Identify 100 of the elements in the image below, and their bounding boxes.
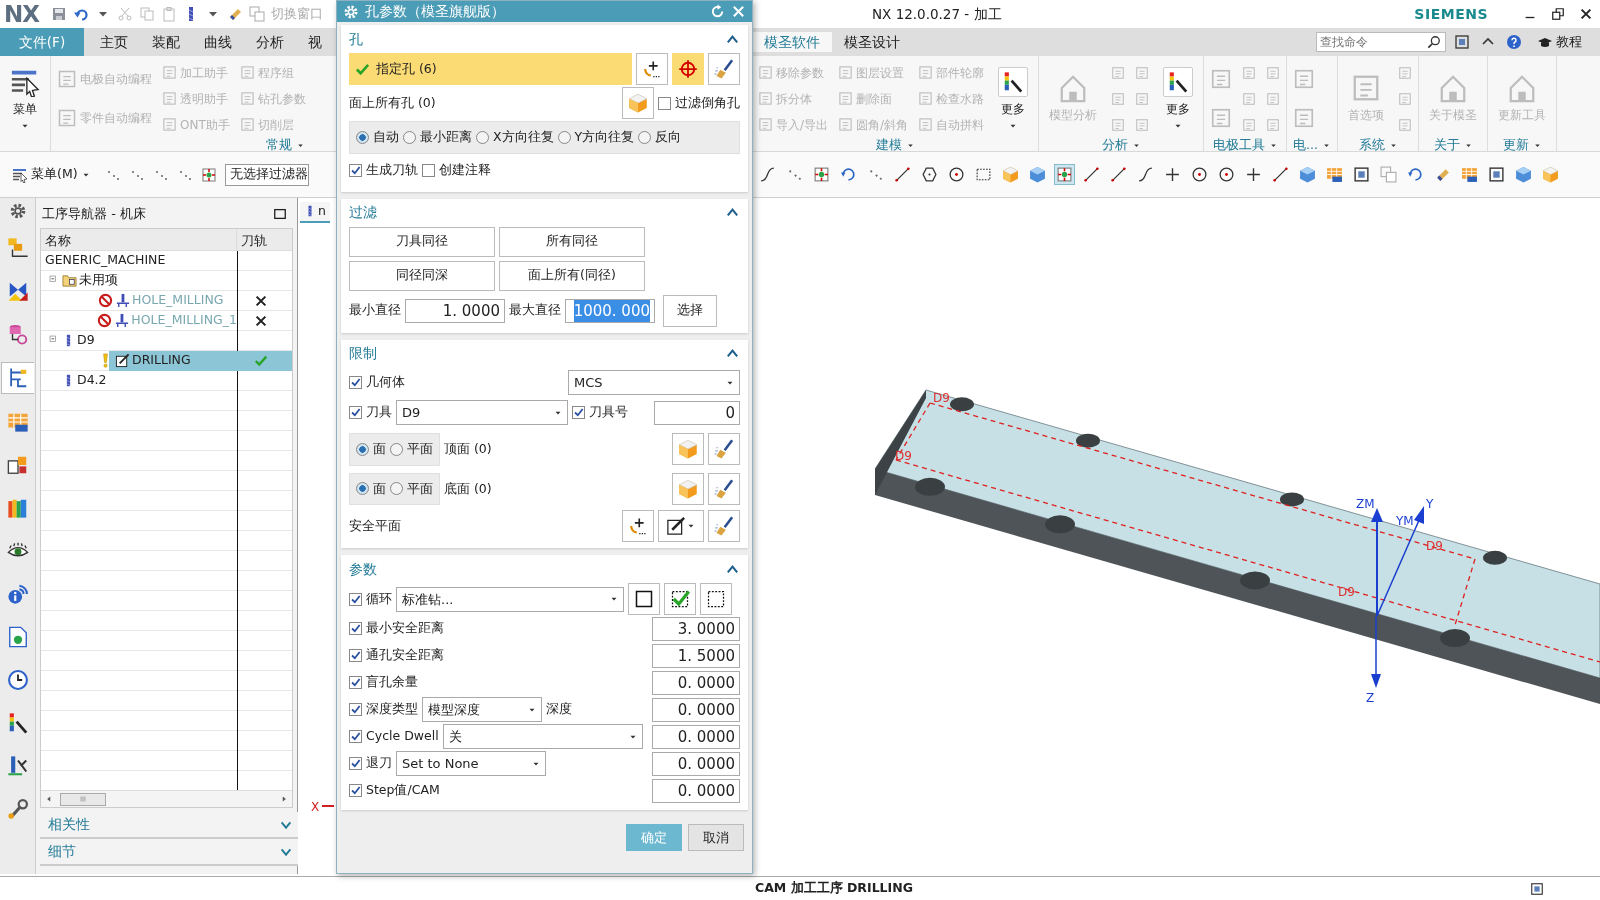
fit-view-icon[interactable] [1488, 166, 1505, 183]
add-point-button[interactable] [622, 510, 654, 543]
add-point-button[interactable] [636, 53, 668, 85]
dropdown[interactable]: 模型深度 [422, 697, 542, 723]
number-field[interactable]: 0. 0000 [652, 778, 740, 803]
filter-button[interactable]: 同径同深 [349, 260, 495, 291]
fullscreen-icon[interactable] [1530, 881, 1544, 896]
checkbox[interactable] [658, 96, 671, 110]
tree-row[interactable]: D4.2 [41, 370, 292, 391]
brush-button[interactable] [708, 433, 740, 466]
radio-button[interactable] [356, 442, 369, 456]
selection-box-icon[interactable] [975, 166, 992, 183]
snap-icon[interactable] [1056, 166, 1073, 183]
radio-button[interactable] [476, 130, 489, 144]
checkbox[interactable] [349, 376, 362, 390]
snap-icon[interactable] [813, 166, 830, 183]
column-header[interactable]: 名称 [41, 228, 237, 250]
column-header[interactable]: 刀轨 [237, 228, 285, 250]
settings-icon[interactable] [343, 3, 359, 20]
number-field[interactable]: 1. 0000 [405, 298, 505, 323]
fit-view-icon[interactable] [1353, 166, 1370, 183]
restore-icon[interactable] [1551, 7, 1565, 21]
circle-icon[interactable] [948, 166, 965, 183]
checkbox[interactable] [349, 730, 362, 744]
scrollbar[interactable] [41, 790, 292, 807]
checkbox[interactable] [349, 592, 362, 606]
ribbon-button[interactable]: 更多 [994, 60, 1033, 137]
view-tab[interactable]: n [300, 202, 330, 223]
tree-row[interactable]: D9 [41, 330, 292, 351]
number-field[interactable]: 0. 0000 [652, 697, 740, 722]
grid-icon[interactable] [1461, 166, 1478, 183]
circle-icon[interactable] [1191, 166, 1208, 183]
line-icon[interactable] [894, 166, 911, 183]
ribbon-tab[interactable]: 分析 [244, 28, 296, 56]
filter-button[interactable]: 刀具同径 [349, 226, 495, 257]
ribbon-tab[interactable]: 装配 [140, 28, 192, 56]
snap-icon[interactable] [200, 166, 217, 183]
ribbon-tab[interactable]: 主页 [88, 28, 140, 56]
menu-button[interactable]: 菜单(M) [6, 164, 97, 185]
cube-icon[interactable] [1515, 166, 1532, 183]
checkbox[interactable] [349, 784, 362, 798]
tree-row[interactable]: 未用项 [41, 270, 292, 291]
fullscreen-icon[interactable] [1454, 34, 1470, 50]
hexagon-icon[interactable] [921, 166, 938, 183]
close-icon[interactable] [1579, 7, 1593, 21]
scroll-thumb[interactable] [60, 792, 106, 806]
checkbox[interactable] [422, 164, 435, 178]
reset-icon[interactable] [710, 4, 725, 19]
panel-header[interactable]: 细节 [40, 839, 301, 866]
checkbox[interactable] [349, 622, 362, 636]
number-field[interactable]: 0. 0000 [652, 724, 740, 749]
curve-icon[interactable] [759, 166, 776, 183]
radio-button[interactable] [356, 482, 369, 496]
brush-button[interactable] [708, 510, 740, 543]
brush-button[interactable] [708, 53, 740, 85]
filter-button[interactable]: 所有同径 [499, 226, 645, 257]
plus-icon[interactable] [1245, 166, 1262, 183]
undo-icon[interactable] [73, 6, 89, 22]
radio-button[interactable] [557, 130, 571, 144]
tutorial-link[interactable]: 教程 [1531, 31, 1588, 53]
ribbon-tab[interactable]: 模圣软件 [752, 31, 832, 53]
ribbon-tab[interactable]: 曲线 [192, 28, 244, 56]
resource-tab[interactable] [1, 362, 34, 394]
curve-icon[interactable] [1137, 166, 1154, 183]
plus-icon[interactable] [1164, 166, 1181, 183]
cube-icon[interactable] [1299, 166, 1316, 183]
radio-button[interactable] [638, 130, 652, 144]
plane-dropdown-button[interactable] [658, 510, 704, 543]
select-button[interactable]: 选择 [663, 294, 717, 327]
line-icon[interactable] [1110, 166, 1127, 183]
specify-holes-button[interactable]: 指定孔 (6) [349, 53, 632, 85]
panel-header[interactable]: 相关性 [40, 812, 301, 839]
search-field[interactable]: 查找命令 [1316, 32, 1446, 52]
line-icon[interactable] [1083, 166, 1100, 183]
radio-button[interactable] [403, 130, 416, 144]
checkbox[interactable] [349, 757, 362, 771]
checkbox[interactable] [349, 676, 362, 690]
square-button[interactable] [628, 583, 660, 616]
brush-button[interactable] [708, 472, 740, 505]
tree-row[interactable]: GENERIC_MACHINE [41, 250, 292, 271]
dropdown[interactable]: MCS [568, 370, 740, 396]
checkbox[interactable] [349, 406, 362, 420]
checkbox[interactable] [349, 164, 362, 178]
number-field[interactable]: 0 [654, 400, 740, 425]
checkbox[interactable] [349, 703, 362, 717]
rotate-icon[interactable] [1407, 166, 1424, 183]
grid-icon[interactable] [1326, 166, 1343, 183]
number-field[interactable]: 0. 0000 [652, 670, 740, 695]
ribbon-tab[interactable]: 视 [296, 28, 334, 56]
crosshair-button[interactable] [672, 53, 704, 85]
line-icon[interactable] [1272, 166, 1289, 183]
cube-icon[interactable] [1029, 166, 1046, 183]
number-field[interactable]: 0. 0000 [652, 751, 740, 776]
checkbox[interactable] [572, 406, 585, 420]
maximize-icon[interactable] [273, 206, 287, 221]
radio-button[interactable] [356, 130, 369, 144]
dropdown[interactable]: 关 [442, 724, 643, 750]
checkbox[interactable] [349, 649, 362, 663]
rotate-icon[interactable] [840, 166, 857, 183]
eraser-icon[interactable] [1434, 166, 1451, 183]
